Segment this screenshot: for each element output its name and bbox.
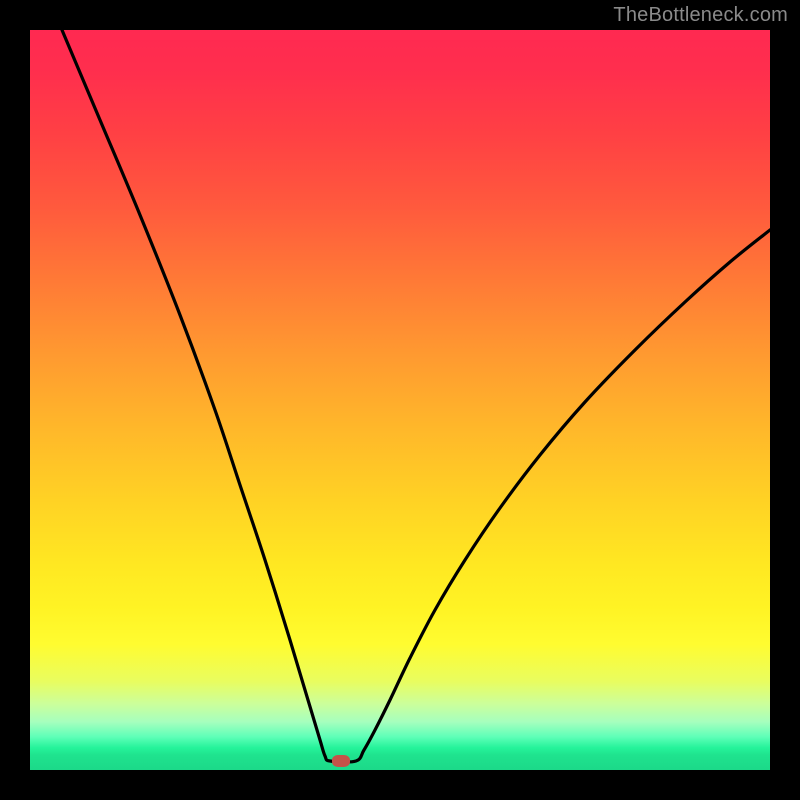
optimum-marker [332,755,350,767]
curve-svg [30,30,770,770]
plot-area [30,30,770,770]
bottleneck-curve [62,30,770,762]
chart-frame: TheBottleneck.com [0,0,800,800]
watermark-text: TheBottleneck.com [613,4,788,27]
